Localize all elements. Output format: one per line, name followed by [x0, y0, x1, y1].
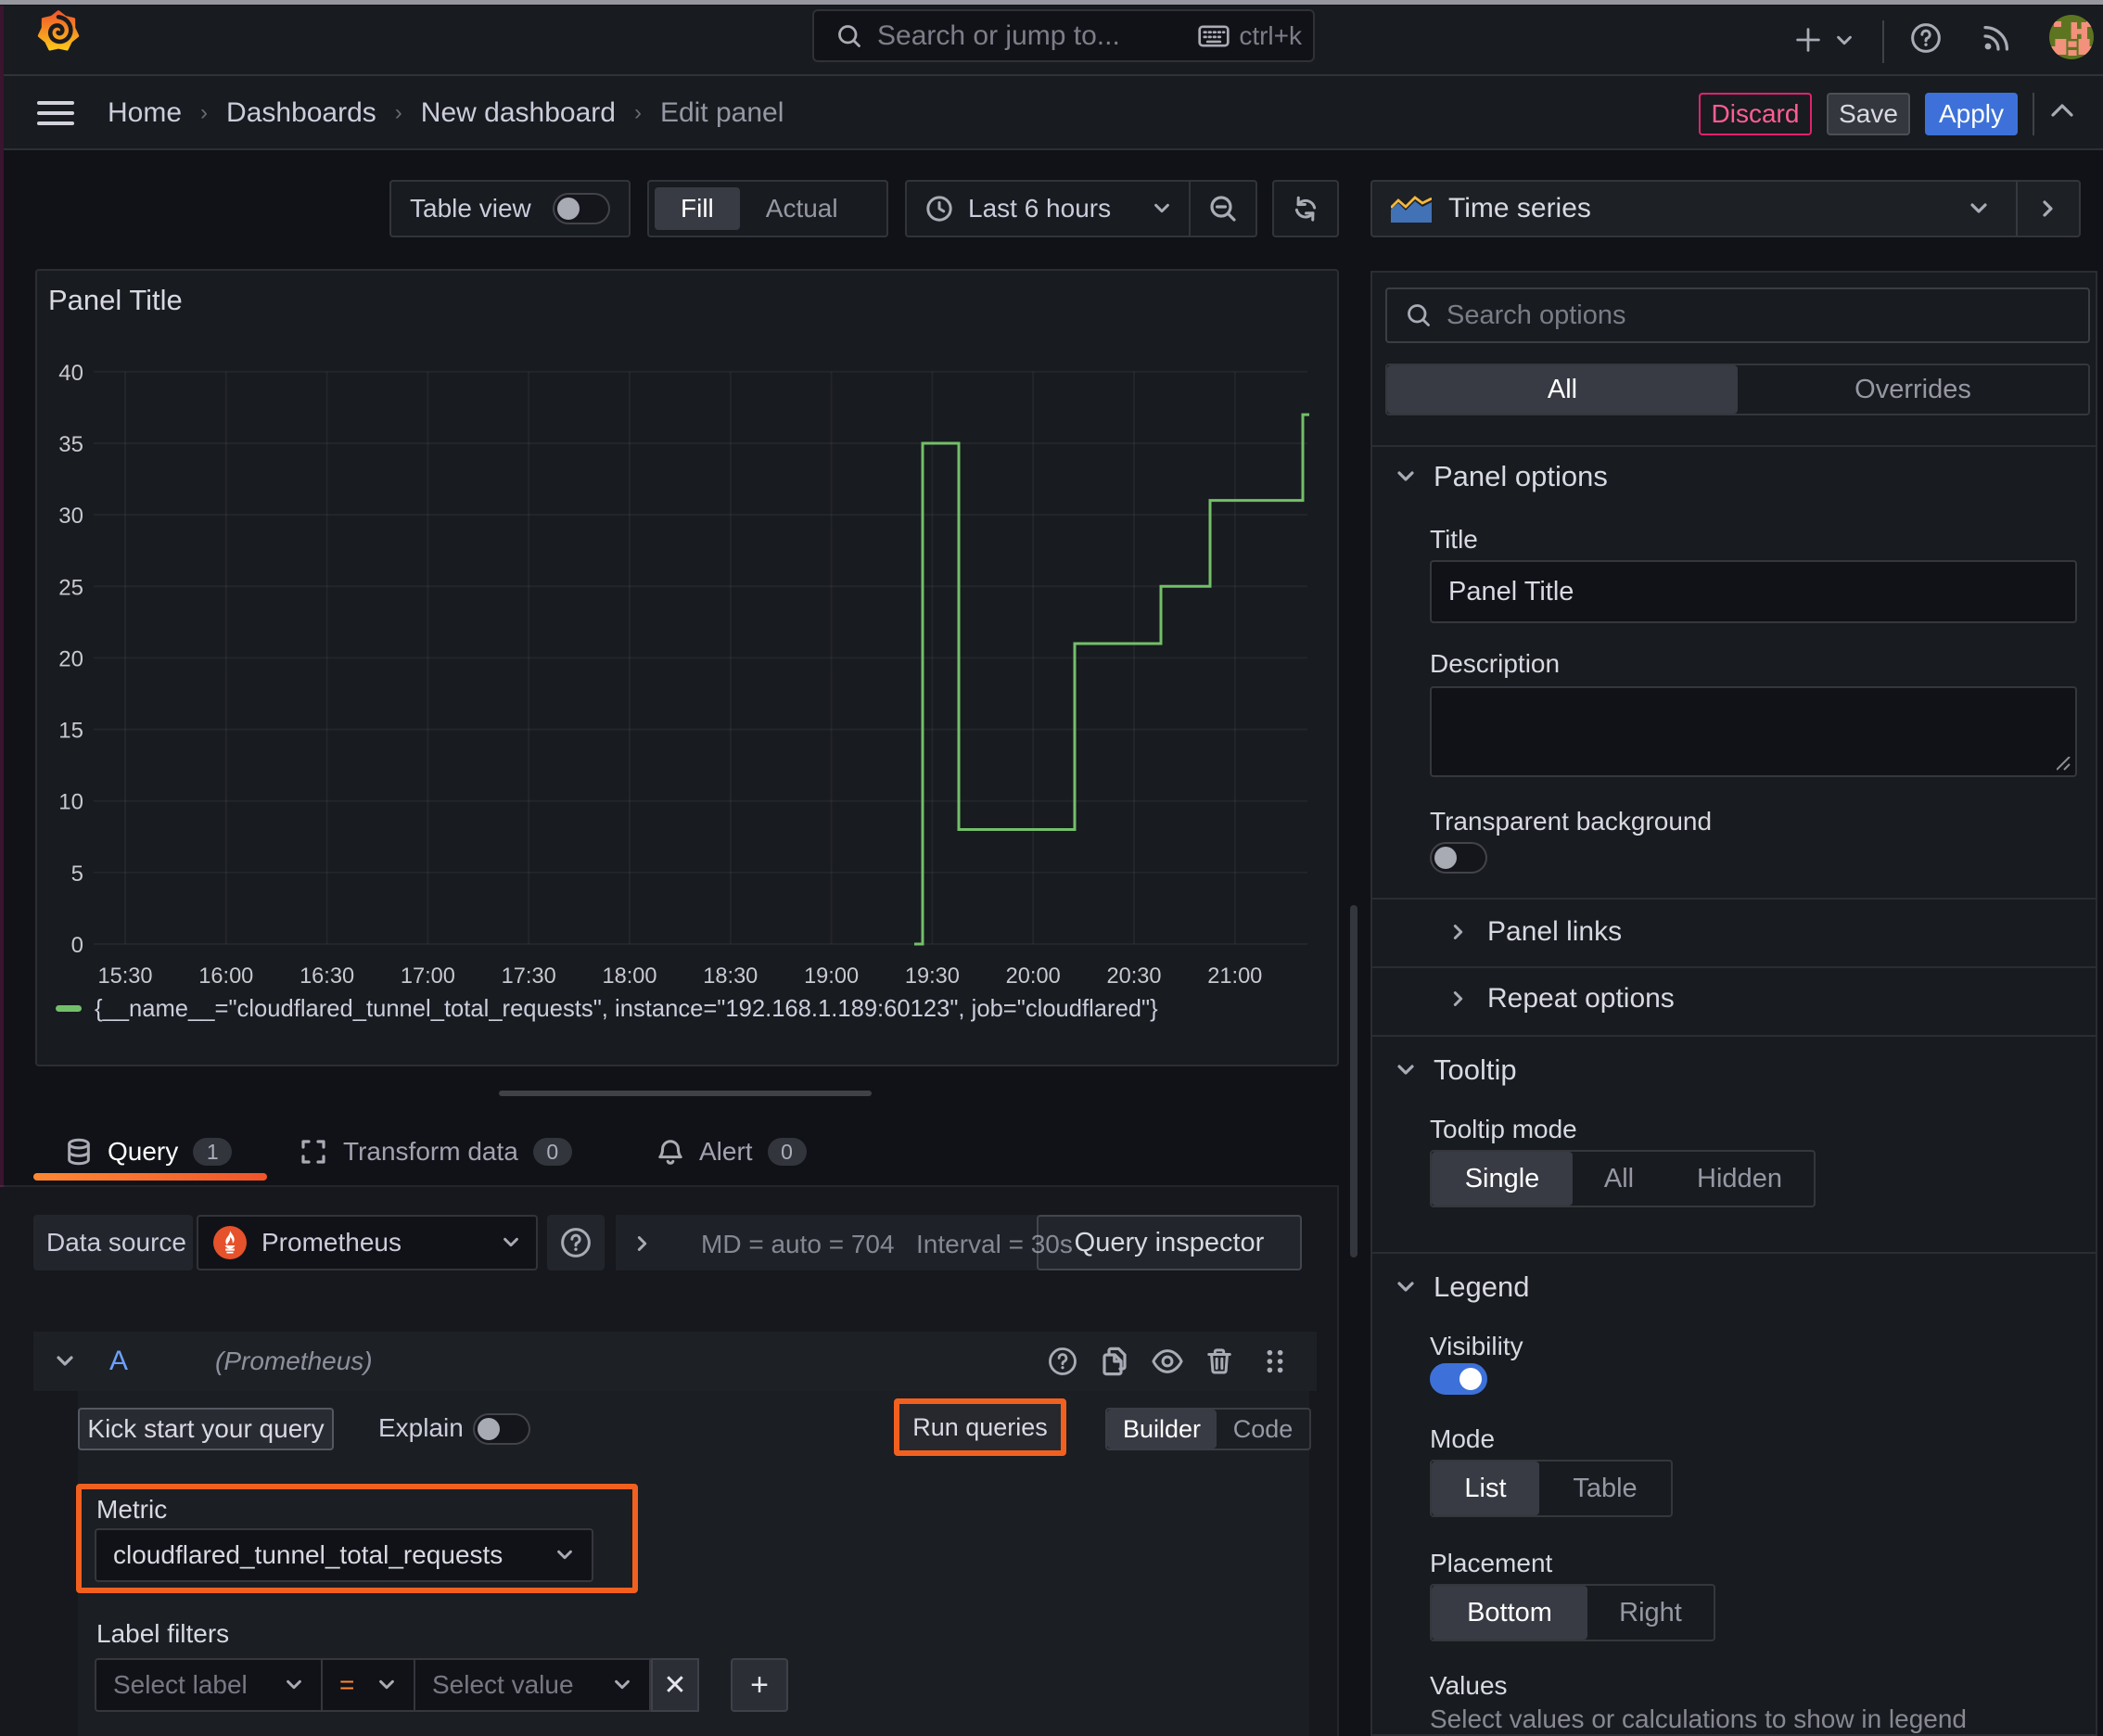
svg-text:17:00: 17:00: [401, 964, 455, 989]
svg-text:5: 5: [71, 862, 83, 887]
svg-text:20:00: 20:00: [1006, 964, 1061, 989]
svg-text:20:30: 20:30: [1106, 964, 1161, 989]
svg-text:30: 30: [58, 504, 83, 529]
svg-text:18:30: 18:30: [703, 964, 758, 989]
svg-text:16:30: 16:30: [300, 964, 354, 989]
svg-text:25: 25: [58, 575, 83, 600]
svg-text:35: 35: [58, 432, 83, 457]
svg-text:18:00: 18:00: [602, 964, 656, 989]
svg-text:17:30: 17:30: [502, 964, 556, 989]
svg-text:19:00: 19:00: [804, 964, 859, 989]
svg-text:40: 40: [58, 361, 83, 386]
svg-text:19:30: 19:30: [905, 964, 960, 989]
svg-text:10: 10: [58, 790, 83, 815]
svg-text:16:00: 16:00: [198, 964, 253, 989]
svg-text:0: 0: [71, 933, 83, 958]
svg-text:15: 15: [58, 719, 83, 744]
svg-text:21:00: 21:00: [1207, 964, 1262, 989]
svg-text:20: 20: [58, 646, 83, 671]
svg-text:15:30: 15:30: [97, 964, 152, 989]
